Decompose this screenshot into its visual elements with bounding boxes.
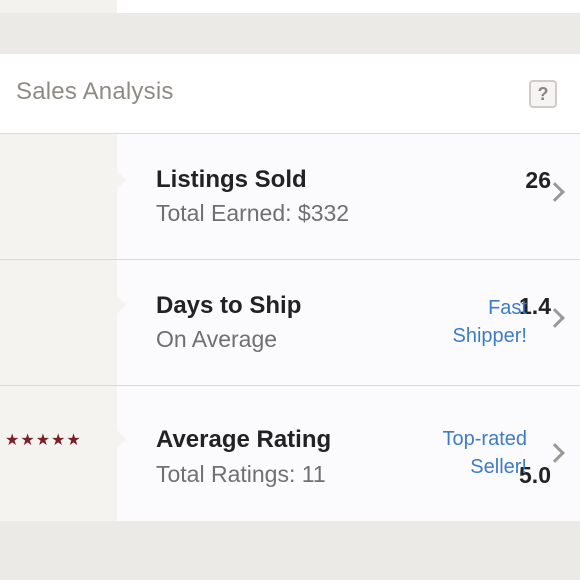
badge-line: Fast: [488, 297, 527, 319]
days-to-ship-title: Days to Ship: [156, 292, 302, 319]
row-value-panel: [0, 134, 117, 259]
row-value-panel: [0, 260, 117, 385]
average-rating-row[interactable]: ★★★★★ 5.0 Average Rating Total Ratings: …: [0, 386, 580, 521]
star-icon: ★★★★★: [5, 432, 82, 449]
total-earned-text: Total Earned: $332: [156, 200, 350, 226]
row-notch: [117, 430, 126, 448]
listings-sold-value: 26: [525, 167, 551, 193]
previous-card-left: [0, 0, 117, 13]
row-notch: [117, 296, 126, 314]
section-title: Sales Analysis: [16, 78, 174, 105]
badge-line: Seller!: [470, 456, 527, 478]
sales-analysis-card: Sales Analysis ? 26 Listings Sold Total …: [0, 54, 580, 521]
previous-card-bottom: [0, 0, 580, 13]
row-value-panel: [0, 386, 117, 521]
total-ratings-text: Total Ratings: 11: [156, 461, 326, 487]
on-average-text: On Average: [156, 326, 278, 352]
previous-card-right: [117, 0, 580, 13]
top-rated-seller-badge: Top-rated Seller!: [443, 425, 528, 481]
chevron-right-icon[interactable]: [545, 443, 565, 463]
average-rating-title: Average Rating: [156, 426, 332, 453]
row-notch: [117, 171, 126, 189]
badge-line: Top-rated: [442, 428, 528, 450]
badge-line: Shipper!: [452, 325, 528, 347]
help-icon[interactable]: ?: [529, 80, 557, 108]
days-to-ship-row[interactable]: 1.4 Days to Ship On Average Fast Shipper…: [0, 260, 580, 386]
card-header: Sales Analysis ?: [0, 54, 580, 134]
fast-shipper-badge: Fast Shipper!: [453, 294, 528, 350]
listings-sold-row[interactable]: 26 Listings Sold Total Earned: $332: [0, 134, 580, 260]
listings-sold-title: Listings Sold: [156, 166, 307, 193]
